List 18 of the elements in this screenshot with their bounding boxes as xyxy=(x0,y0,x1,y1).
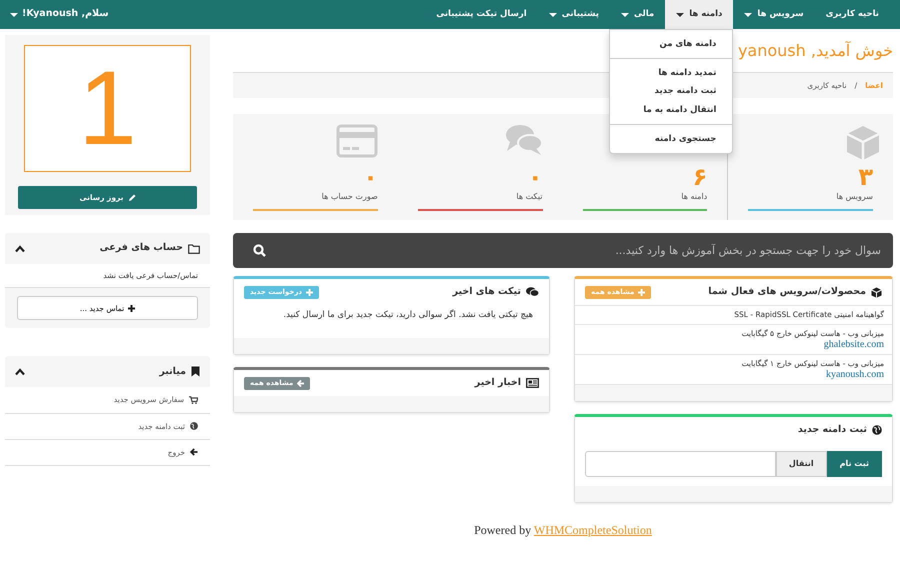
stat-label: صورت حساب ها xyxy=(322,191,378,203)
panel-title: اخبار اخیر xyxy=(474,376,521,390)
stat-number: ۰ xyxy=(363,165,378,189)
stat-number: ۶ xyxy=(692,165,708,189)
welcome-title: خوش آمدید, yanoush xyxy=(738,40,893,62)
stat-number: ۰ xyxy=(528,165,542,189)
number-tile: 1 xyxy=(24,45,191,172)
stat-label: تیکت ها xyxy=(516,191,542,203)
panel-title: تیکت های اخیر xyxy=(452,285,521,299)
empty-message: هیچ تیکتی یافت نشد. اگر سوالی دارید، تیکت جدید برای ما ارسال کنید. xyxy=(282,308,534,322)
footer-text: Powered by xyxy=(474,523,532,538)
stat-label: دامنه ها xyxy=(681,191,708,203)
panel-title: ثبت دامنه جدید xyxy=(798,423,867,437)
panel-title: میانبر xyxy=(159,364,186,379)
stat-number: ۳ xyxy=(858,165,873,189)
panel-title: محصولات/سرویس های فعال شما xyxy=(708,285,866,299)
panel-title: حساب های فرعی xyxy=(100,241,183,256)
stat-label: سرویس ها xyxy=(836,191,873,203)
